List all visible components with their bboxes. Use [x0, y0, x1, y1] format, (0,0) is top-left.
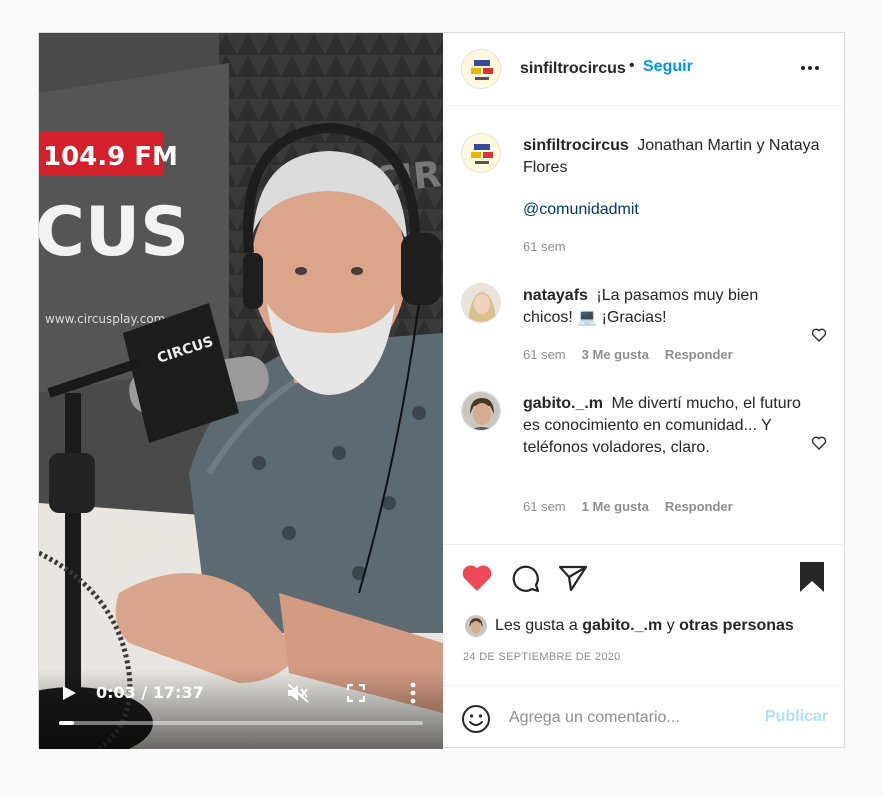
user-photo [462, 392, 500, 430]
comment-like-heart-icon[interactable] [811, 435, 827, 451]
comment-meta: 61 sem 1 Me gusta Responder [523, 499, 733, 514]
signage-frequency: 104.9 FM [43, 142, 178, 172]
emoji-icon[interactable] [461, 704, 491, 734]
post-actions: Les gusta a gabito._.m y otras personas … [443, 544, 846, 685]
reply-button[interactable]: Responder [665, 347, 733, 362]
profile-logo [462, 50, 500, 88]
post-details: sinfiltrocircus • Seguir sinfiltrocircus [443, 33, 846, 749]
comment-meta: 61 sem 3 Me gusta Responder [523, 347, 733, 362]
post-date[interactable]: 24 DE SEPTIEMBRE DE 2020 [463, 651, 621, 663]
comment-time[interactable]: 61 sem [523, 347, 566, 362]
caption-avatar[interactable] [461, 133, 501, 173]
signage-brand: CUS [39, 193, 189, 272]
video-frame: 104.9 FM CUS www.circusplay.com CIR CIRC… [39, 33, 443, 749]
user-photo [462, 284, 500, 322]
video-more-options-icon[interactable] [409, 682, 417, 704]
video-player[interactable]: 104.9 FM CUS www.circusplay.com CIR CIRC… [39, 33, 443, 749]
liked-heart-icon[interactable] [461, 563, 493, 593]
comment-username[interactable]: gabito._.m [523, 395, 603, 412]
likes-prefix: Les gusta a [495, 617, 578, 634]
header-username[interactable]: sinfiltrocircus [520, 60, 626, 78]
post-header: sinfiltrocircus • Seguir [443, 33, 846, 106]
comment-text: gabito._.m Me divertí mucho, el futuro e… [523, 393, 803, 459]
comment-likes-count[interactable]: 1 Me gusta [582, 499, 649, 514]
follow-button[interactable]: Seguir [643, 58, 693, 76]
comment-avatar-natayafs[interactable] [461, 283, 501, 323]
likes-connector: y [666, 617, 675, 634]
video-progress-fill [59, 721, 74, 725]
other-likers-link[interactable]: otras personas [679, 617, 794, 635]
liker-username[interactable]: gabito._.m [582, 617, 662, 635]
comment-avatar-gabito[interactable] [461, 391, 501, 431]
more-options-icon[interactable] [799, 58, 821, 78]
reply-button[interactable]: Responder [665, 499, 733, 514]
caption-time[interactable]: 61 sem [523, 239, 566, 254]
instagram-post: 104.9 FM CUS www.circusplay.com CIR CIRC… [38, 32, 846, 749]
caption-text: sinfiltrocircus Jonathan Martin y Nataya… [523, 135, 823, 179]
comment-bubble-icon[interactable] [509, 563, 541, 593]
video-controls-overlay [39, 669, 443, 749]
comment-like-heart-icon[interactable] [811, 327, 827, 343]
avatar[interactable] [461, 49, 501, 89]
add-comment-bar: Publicar [443, 685, 846, 749]
saved-bookmark-icon[interactable] [799, 561, 825, 593]
likes-summary: Les gusta a gabito._.m y otras personas [465, 615, 794, 637]
publish-button[interactable]: Publicar [765, 708, 828, 726]
comment-username[interactable]: natayafs [523, 287, 588, 304]
caption-mention: @comunidadmit [523, 199, 639, 221]
comment-text: natayafs ¡La pasamos muy bien chicos! 💻 … [523, 285, 803, 329]
play-icon[interactable] [61, 685, 77, 701]
mention-link[interactable]: @comunidadmit [523, 201, 639, 218]
profile-logo [462, 134, 500, 172]
comments-section: sinfiltrocircus Jonathan Martin y Nataya… [443, 107, 846, 544]
caption-username[interactable]: sinfiltrocircus [523, 137, 629, 154]
share-paper-plane-icon[interactable] [557, 563, 589, 593]
comment-time[interactable]: 61 sem [523, 499, 566, 514]
caption-meta: 61 sem [523, 239, 566, 254]
header-separator: • [629, 57, 635, 74]
liker-avatar[interactable] [465, 615, 487, 637]
fullscreen-icon[interactable] [347, 684, 365, 702]
muted-speaker-icon[interactable] [287, 683, 309, 703]
video-time: 0:03 / 17:37 [96, 683, 204, 702]
user-photo [465, 615, 487, 637]
comment-input[interactable] [509, 704, 749, 732]
comment-likes-count[interactable]: 3 Me gusta [582, 347, 649, 362]
signage-url: www.circusplay.com [45, 312, 165, 326]
video-progress-bar[interactable] [59, 721, 423, 725]
